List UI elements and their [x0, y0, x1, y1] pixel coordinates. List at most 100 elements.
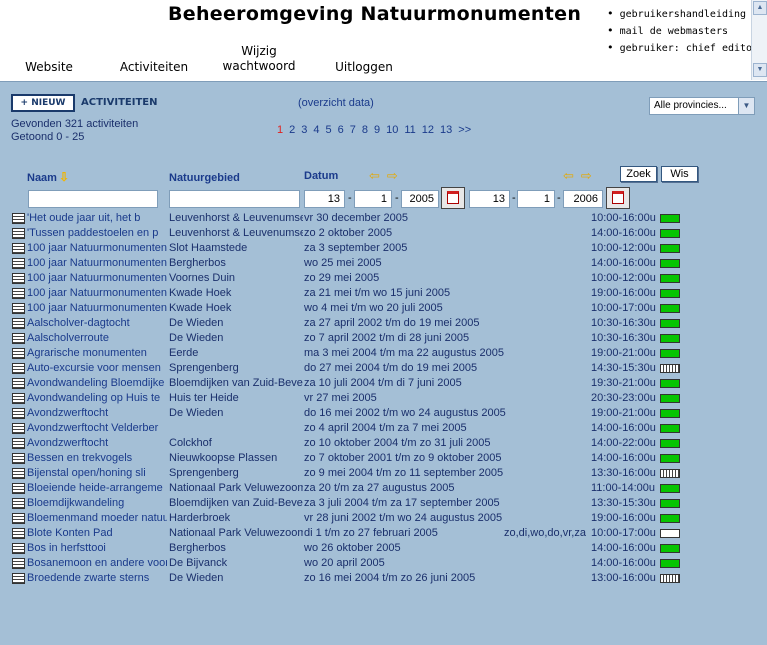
- document-icon[interactable]: [12, 258, 25, 269]
- document-icon[interactable]: [12, 378, 25, 389]
- pager-page[interactable]: 11: [404, 124, 415, 136]
- status-flag-icon[interactable]: [660, 394, 680, 403]
- row-naam[interactable]: Bloemenmand moeder natuur: [27, 511, 167, 526]
- document-icon[interactable]: [12, 318, 25, 329]
- row-naam[interactable]: 'Het oude jaar uit, het b: [27, 211, 167, 226]
- prev-arrow-icon[interactable]: ⇦: [563, 168, 581, 183]
- document-icon[interactable]: [12, 273, 25, 284]
- row-naam[interactable]: 'Tussen paddestoelen en p: [27, 226, 167, 241]
- status-flag-icon[interactable]: [660, 544, 680, 553]
- row-naam[interactable]: Bessen en trekvogels: [27, 451, 167, 466]
- document-icon[interactable]: [12, 513, 25, 524]
- pager-page[interactable]: 9: [374, 124, 380, 136]
- row-naam[interactable]: 100 jaar Natuurmonumenten: [27, 256, 167, 271]
- document-icon[interactable]: [12, 288, 25, 299]
- document-icon[interactable]: [12, 453, 25, 464]
- status-flag-icon[interactable]: [660, 304, 680, 313]
- status-flag-icon[interactable]: [660, 499, 680, 508]
- column-naam[interactable]: Naam ⇩: [27, 170, 69, 184]
- status-flag-icon[interactable]: [660, 349, 680, 358]
- document-icon[interactable]: [12, 483, 25, 494]
- scroll-down-icon[interactable]: ▼: [753, 63, 767, 77]
- document-icon[interactable]: [12, 573, 25, 584]
- row-naam[interactable]: 100 jaar Natuurmonumenten: [27, 301, 167, 316]
- pager-page[interactable]: 1: [277, 124, 283, 136]
- province-select[interactable]: Alle provincies... ▼: [649, 97, 755, 115]
- status-flag-icon[interactable]: [660, 514, 680, 523]
- status-flag-icon[interactable]: [660, 274, 680, 283]
- row-naam[interactable]: Broedende zwarte sterns: [27, 571, 167, 586]
- status-flag-icon[interactable]: [660, 244, 680, 253]
- nav-wijzig-wachtwoord[interactable]: Wijzig wachtwoord: [219, 44, 299, 74]
- from-calendar-icon[interactable]: [441, 187, 465, 209]
- next-arrow-icon[interactable]: ⇨: [581, 168, 599, 183]
- from-year-input[interactable]: 2005: [401, 190, 439, 208]
- status-flag-icon[interactable]: [660, 439, 680, 448]
- from-day-input[interactable]: 13: [304, 190, 345, 208]
- status-flag-icon[interactable]: [660, 289, 680, 298]
- document-icon[interactable]: [12, 438, 25, 449]
- status-flag-icon[interactable]: [660, 379, 680, 388]
- naam-filter-input[interactable]: [28, 190, 158, 208]
- status-flag-icon[interactable]: [660, 409, 680, 418]
- to-year-input[interactable]: 2006: [563, 190, 603, 208]
- pager-page[interactable]: 7: [350, 124, 356, 136]
- document-icon[interactable]: [12, 468, 25, 479]
- to-day-input[interactable]: 13: [469, 190, 510, 208]
- document-icon[interactable]: [12, 498, 25, 509]
- row-naam[interactable]: Bloeiende heide-arrangeme: [27, 481, 167, 496]
- nav-activiteiten[interactable]: Activiteiten: [113, 60, 195, 75]
- scroll-up-icon[interactable]: ▲: [753, 1, 767, 15]
- status-flag-icon[interactable]: [660, 484, 680, 493]
- nav-website[interactable]: Website: [18, 60, 80, 75]
- pager-page[interactable]: 4: [313, 124, 319, 136]
- pager-page[interactable]: 13: [440, 124, 452, 136]
- nav-uitloggen[interactable]: Uitloggen: [328, 60, 400, 75]
- row-naam[interactable]: 100 jaar Natuurmonumenten: [27, 241, 167, 256]
- row-naam[interactable]: Aalscholver-dagtocht: [27, 316, 167, 331]
- from-month-input[interactable]: 1: [354, 190, 392, 208]
- header-scrollbar[interactable]: ▲ ▼: [751, 0, 767, 80]
- pager-page[interactable]: 10: [386, 124, 398, 136]
- row-naam[interactable]: Avondzwerftocht: [27, 436, 167, 451]
- status-flag-icon[interactable]: [660, 469, 680, 478]
- status-flag-icon[interactable]: [660, 259, 680, 268]
- row-naam[interactable]: Avondzwerftocht: [27, 406, 167, 421]
- prev-arrow-icon[interactable]: ⇦: [369, 168, 387, 183]
- status-flag-icon[interactable]: [660, 364, 680, 373]
- next-arrow-icon[interactable]: ⇨: [387, 168, 405, 183]
- status-flag-icon[interactable]: [660, 424, 680, 433]
- to-calendar-icon[interactable]: [606, 187, 630, 209]
- status-flag-icon[interactable]: [660, 454, 680, 463]
- sort-down-arrow-icon[interactable]: ⇩: [59, 170, 69, 184]
- status-flag-icon[interactable]: [660, 319, 680, 328]
- document-icon[interactable]: [12, 558, 25, 569]
- row-naam[interactable]: Auto-excursie voor mensen: [27, 361, 167, 376]
- row-naam[interactable]: Avondwandeling op Huis te: [27, 391, 167, 406]
- pager-page[interactable]: 8: [362, 124, 368, 136]
- row-naam[interactable]: Aalscholverroute: [27, 331, 167, 346]
- document-icon[interactable]: [12, 348, 25, 359]
- status-flag-icon[interactable]: [660, 229, 680, 238]
- pager-next[interactable]: >>: [458, 124, 471, 136]
- row-naam[interactable]: Bloemdijkwandeling: [27, 496, 167, 511]
- gebied-filter-input[interactable]: [169, 190, 300, 208]
- status-flag-icon[interactable]: [660, 529, 680, 538]
- pager-page[interactable]: 12: [422, 124, 434, 136]
- document-icon[interactable]: [12, 543, 25, 554]
- row-naam[interactable]: Bosanemoon en andere voor: [27, 556, 167, 571]
- new-activity-button[interactable]: + NIEUW: [11, 94, 75, 112]
- pager-page[interactable]: 3: [301, 124, 307, 136]
- document-icon[interactable]: [12, 243, 25, 254]
- row-naam[interactable]: Bos in herfsttooi: [27, 541, 167, 556]
- pager-page[interactable]: 5: [326, 124, 332, 136]
- document-icon[interactable]: [12, 393, 25, 404]
- status-flag-icon[interactable]: [660, 559, 680, 568]
- overview-data-link[interactable]: (overzicht data): [298, 97, 374, 109]
- document-icon[interactable]: [12, 408, 25, 419]
- row-naam[interactable]: Bijenstal open/honing sli: [27, 466, 167, 481]
- row-naam[interactable]: Blote Konten Pad: [27, 526, 167, 541]
- mail-webmasters-link[interactable]: mail de webmasters: [607, 23, 758, 40]
- pager-page[interactable]: 2: [289, 124, 295, 136]
- document-icon[interactable]: [12, 333, 25, 344]
